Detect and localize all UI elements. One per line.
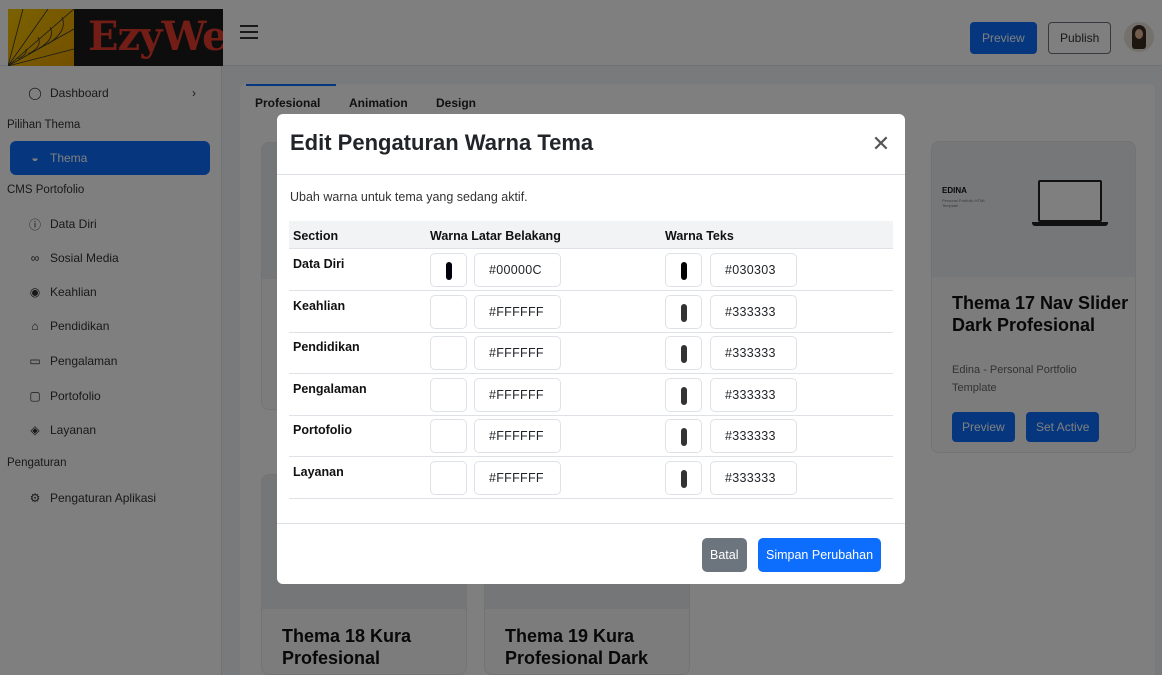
modal-title: Edit Pengaturan Warna Tema [290,130,594,155]
table-row: Pengalaman [289,374,893,416]
section-name: Keahlian [293,298,346,313]
bg-color-picker[interactable] [430,419,467,454]
section-name: Data Diri [293,257,345,271]
text-color-picker[interactable] [665,461,702,495]
bg-color-hex-input[interactable] [474,419,561,454]
table-row: Keahlian [289,291,893,333]
text-color-hex-input[interactable] [710,419,797,454]
color-chip [446,428,452,447]
section-name: Pengalaman [293,381,367,396]
text-color-hex-input[interactable] [710,253,797,287]
color-chip [446,386,452,405]
table-header: Section Warna Latar Belakang Warna Teks [289,221,893,249]
bg-color-picker[interactable] [430,253,467,287]
column-header-bg-color: Warna Latar Belakang [430,229,561,243]
color-chip [446,470,452,488]
color-chip [681,470,687,488]
text-color-hex-input[interactable] [710,294,797,329]
bg-color-picker[interactable] [430,377,467,412]
color-chip [681,303,687,322]
text-color-picker[interactable] [665,253,702,287]
text-color-hex-input[interactable] [710,336,797,371]
modal-description: Ubah warna untuk tema yang sedang aktif. [290,190,528,204]
color-chip [446,345,452,364]
text-color-picker[interactable] [665,294,702,329]
modal-header: Edit Pengaturan Warna Tema ✕ [277,114,905,175]
section-name: Layanan [293,465,344,479]
bg-color-picker[interactable] [430,336,467,371]
text-color-hex-input[interactable] [710,461,797,495]
color-chip [681,428,687,447]
color-chip [681,262,687,280]
color-chip [681,345,687,364]
bg-color-picker[interactable] [430,461,467,495]
section-name: Portofolio [293,423,353,438]
color-chip [446,262,452,280]
save-changes-button[interactable]: Simpan Perubahan [758,538,882,572]
close-icon[interactable]: ✕ [871,133,891,155]
table-row: Pendidikan [289,332,893,375]
column-header-section: Section [293,229,339,243]
modal-footer: Batal Simpan Perubahan [277,523,905,584]
color-chip [446,303,452,322]
bg-color-hex-input[interactable] [474,336,561,371]
bg-color-picker[interactable] [430,294,467,329]
bg-color-hex-input[interactable] [474,461,561,495]
table-row: Portofolio [289,415,893,458]
text-color-picker[interactable] [665,377,702,412]
text-color-picker[interactable] [665,336,702,371]
edit-color-modal: Edit Pengaturan Warna Tema ✕ Ubah warna … [277,114,905,584]
cancel-button[interactable]: Batal [702,538,747,572]
table-row: Data Diri [289,249,893,291]
color-chip [681,386,687,405]
section-name: Pendidikan [293,340,360,355]
bg-color-hex-input[interactable] [474,294,561,329]
bg-color-hex-input[interactable] [474,253,561,287]
text-color-hex-input[interactable] [710,377,797,412]
text-color-picker[interactable] [665,419,702,454]
bg-color-hex-input[interactable] [474,377,561,412]
table-row: Layanan [289,457,893,499]
column-header-text-color: Warna Teks [665,229,734,243]
